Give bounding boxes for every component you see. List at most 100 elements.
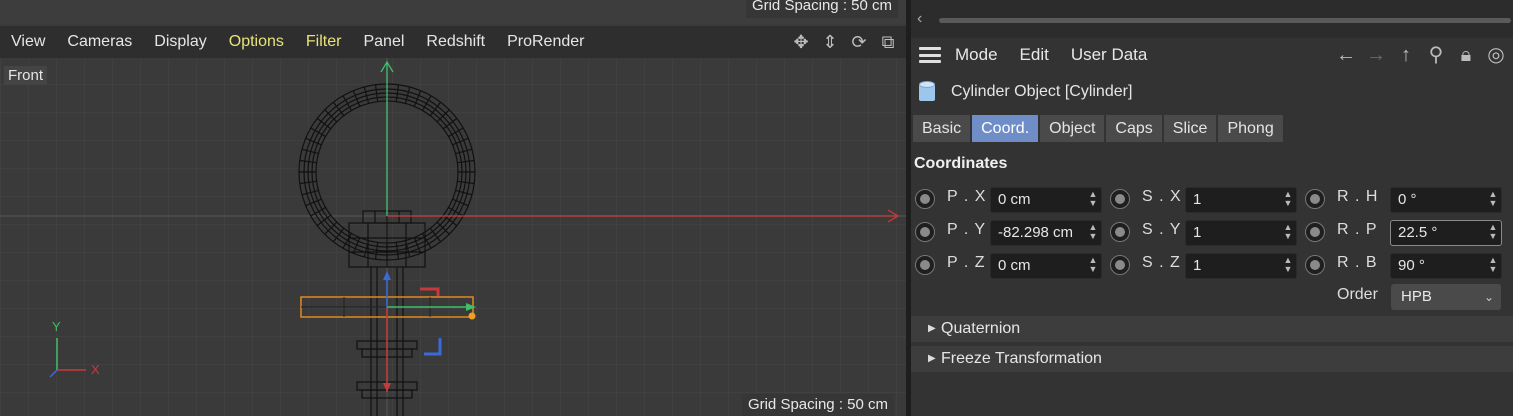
menu-filter[interactable]: Filter xyxy=(295,33,353,51)
viewport-nav-tools: ✥ ⇕ ⟳ ⧉ xyxy=(789,30,900,54)
spinner-px-icon[interactable]: ▲ ▼ xyxy=(1088,190,1098,210)
label-rp: R . P xyxy=(1337,221,1378,238)
menu-user-data[interactable]: User Data xyxy=(1071,45,1148,65)
coordinates-grid: P . X 0 cm ▲ ▼ S . X 1 ▲ ▼ R . H 0 ° ▲ ▼ P . Y… xyxy=(911,185,1513,287)
value-sz: 1 xyxy=(1193,257,1202,274)
group-freeze-transformation[interactable]: ▶ Freeze Transformation xyxy=(911,346,1513,372)
lock-icon[interactable]: 🔒︎ xyxy=(1453,42,1479,68)
menu-redshift[interactable]: Redshift xyxy=(415,33,496,51)
dolly-view-icon[interactable]: ⇕ xyxy=(818,30,842,54)
tab-coord[interactable]: Coord. xyxy=(972,115,1039,142)
grid-spacing-label-top: Grid Spacing : 50 cm xyxy=(745,0,898,18)
arrow-left-icon[interactable]: ← xyxy=(1333,42,1359,68)
arrow-right-icon[interactable]: → xyxy=(1363,42,1389,68)
order-select[interactable]: HPB ⌄ xyxy=(1391,284,1501,310)
tab-object[interactable]: Object xyxy=(1040,115,1105,142)
menu-edit[interactable]: Edit xyxy=(1020,45,1049,65)
tab-slice[interactable]: Slice xyxy=(1163,115,1217,142)
field-sy[interactable]: 1 ▲ ▼ xyxy=(1185,220,1297,246)
keyframe-radio-rp[interactable] xyxy=(1305,222,1325,242)
triangle-right-icon: ▶ xyxy=(928,353,936,364)
coord-row-1: P . X 0 cm ▲ ▼ S . X 1 ▲ ▼ R . H 0 ° ▲ ▼ xyxy=(911,185,1513,213)
spinner-rh-icon[interactable]: ▲ ▼ xyxy=(1488,190,1498,210)
spinner-sy-icon[interactable]: ▲ ▼ xyxy=(1283,223,1293,243)
value-sy: 1 xyxy=(1193,224,1202,241)
spinner-pz-icon[interactable]: ▲ ▼ xyxy=(1088,256,1098,276)
label-sz: S . Z xyxy=(1142,254,1181,271)
attribute-nav-icons: ← → ↑ ⚲ 🔒︎ ◎ xyxy=(1333,42,1509,68)
menu-panel[interactable]: Panel xyxy=(352,33,415,51)
spinner-rp-icon[interactable]: ▲ ▼ xyxy=(1488,223,1498,243)
move-view-icon[interactable]: ✥ xyxy=(789,30,813,54)
rotate-view-icon[interactable]: ⟳ xyxy=(847,30,871,54)
coord-row-2: P . Y -82.298 cm ▲ ▼ S . Y 1 ▲ ▼ R . P 22.5 … xyxy=(911,218,1513,246)
axis-x-label: X xyxy=(91,362,100,377)
menu-options[interactable]: Options xyxy=(218,33,295,51)
label-px: P . X xyxy=(947,188,987,205)
spinner-rb-icon[interactable]: ▲ ▼ xyxy=(1488,256,1498,276)
object-header: Cylinder Object [Cylinder] xyxy=(911,72,1513,112)
app-window: Grid Spacing : 50 cm View Cameras Displa… xyxy=(0,0,1513,416)
tab-caps[interactable]: Caps xyxy=(1106,115,1162,142)
field-rb[interactable]: 90 ° ▲ ▼ xyxy=(1390,253,1502,279)
menu-view[interactable]: View xyxy=(0,33,56,51)
label-pz: P . Z xyxy=(947,254,986,271)
hamburger-menu-icon[interactable] xyxy=(919,47,941,63)
spinner-sx-icon[interactable]: ▲ ▼ xyxy=(1283,190,1293,210)
viewport-front[interactable]: Grid Spacing : 50 cm View Cameras Displa… xyxy=(0,0,906,416)
value-pz: 0 cm xyxy=(998,257,1031,274)
target-icon[interactable]: ◎ xyxy=(1483,42,1509,68)
order-label: Order xyxy=(1337,286,1378,303)
field-sx[interactable]: 1 ▲ ▼ xyxy=(1185,187,1297,213)
tab-phong[interactable]: Phong xyxy=(1218,115,1283,142)
field-rp[interactable]: 22.5 ° ▲ ▼ xyxy=(1390,220,1502,246)
field-px[interactable]: 0 cm ▲ ▼ xyxy=(990,187,1102,213)
label-py: P . Y xyxy=(947,221,987,238)
keyframe-radio-sz[interactable] xyxy=(1110,255,1130,275)
grid-spacing-label-bottom: Grid Spacing : 50 cm xyxy=(741,394,894,416)
keyframe-radio-sx[interactable] xyxy=(1110,189,1130,209)
menu-prorender[interactable]: ProRender xyxy=(496,33,595,51)
value-py: -82.298 cm xyxy=(998,224,1074,241)
keyframe-radio-py[interactable] xyxy=(915,222,935,242)
keyframe-radio-rh[interactable] xyxy=(1305,189,1325,209)
group-quaternion[interactable]: ▶ Quaternion xyxy=(911,316,1513,342)
cylinder-icon xyxy=(919,81,935,103)
view-name-label: Front xyxy=(4,66,48,85)
rotation-order-row: Order HPB ⌄ xyxy=(911,284,1513,312)
maximize-view-icon[interactable]: ⧉ xyxy=(876,30,900,54)
arrow-up-icon[interactable]: ↑ xyxy=(1393,42,1419,68)
label-sx: S . X xyxy=(1142,188,1182,205)
label-sy: S . Y xyxy=(1142,221,1182,238)
spinner-sz-icon[interactable]: ▲ ▼ xyxy=(1283,256,1293,276)
keyframe-radio-rb[interactable] xyxy=(1305,255,1325,275)
tab-basic[interactable]: Basic xyxy=(913,115,971,142)
menu-cameras[interactable]: Cameras xyxy=(56,33,143,51)
chevron-left-icon[interactable]: ‹ xyxy=(917,10,922,28)
value-sx: 1 xyxy=(1193,191,1202,208)
chevron-down-icon: ⌄ xyxy=(1483,290,1494,304)
spinner-py-icon[interactable]: ▲ ▼ xyxy=(1088,223,1098,243)
value-rh: 0 ° xyxy=(1398,191,1417,208)
panel-top-strip: ‹ xyxy=(911,0,1513,38)
field-pz[interactable]: 0 cm ▲ ▼ xyxy=(990,253,1102,279)
section-title: Coordinates xyxy=(914,155,1008,172)
field-sz[interactable]: 1 ▲ ▼ xyxy=(1185,253,1297,279)
field-py[interactable]: -82.298 cm ▲ ▼ xyxy=(990,220,1102,246)
viewport-scene[interactable]: Y X xyxy=(0,58,906,416)
label-rh: R . H xyxy=(1337,188,1379,205)
keyframe-radio-px[interactable] xyxy=(915,189,935,209)
attribute-menubar: Mode Edit User Data ← → ↑ ⚲ 🔒︎ ◎ xyxy=(911,38,1513,72)
keyframe-radio-sy[interactable] xyxy=(1110,222,1130,242)
label-rb: R . B xyxy=(1337,254,1378,271)
coord-row-3: P . Z 0 cm ▲ ▼ S . Z 1 ▲ ▼ R . B 90 ° ▲ ▼ xyxy=(911,251,1513,279)
menu-mode[interactable]: Mode xyxy=(955,45,998,65)
value-px: 0 cm xyxy=(998,191,1031,208)
menu-display[interactable]: Display xyxy=(143,33,217,51)
value-rb: 90 ° xyxy=(1398,257,1425,274)
search-icon[interactable]: ⚲ xyxy=(1423,42,1449,68)
keyframe-radio-pz[interactable] xyxy=(915,255,935,275)
horizontal-scrollbar[interactable] xyxy=(939,18,1511,23)
field-rh[interactable]: 0 ° ▲ ▼ xyxy=(1390,187,1502,213)
attribute-tabs: Basic Coord. Object Caps Slice Phong xyxy=(913,115,1513,142)
